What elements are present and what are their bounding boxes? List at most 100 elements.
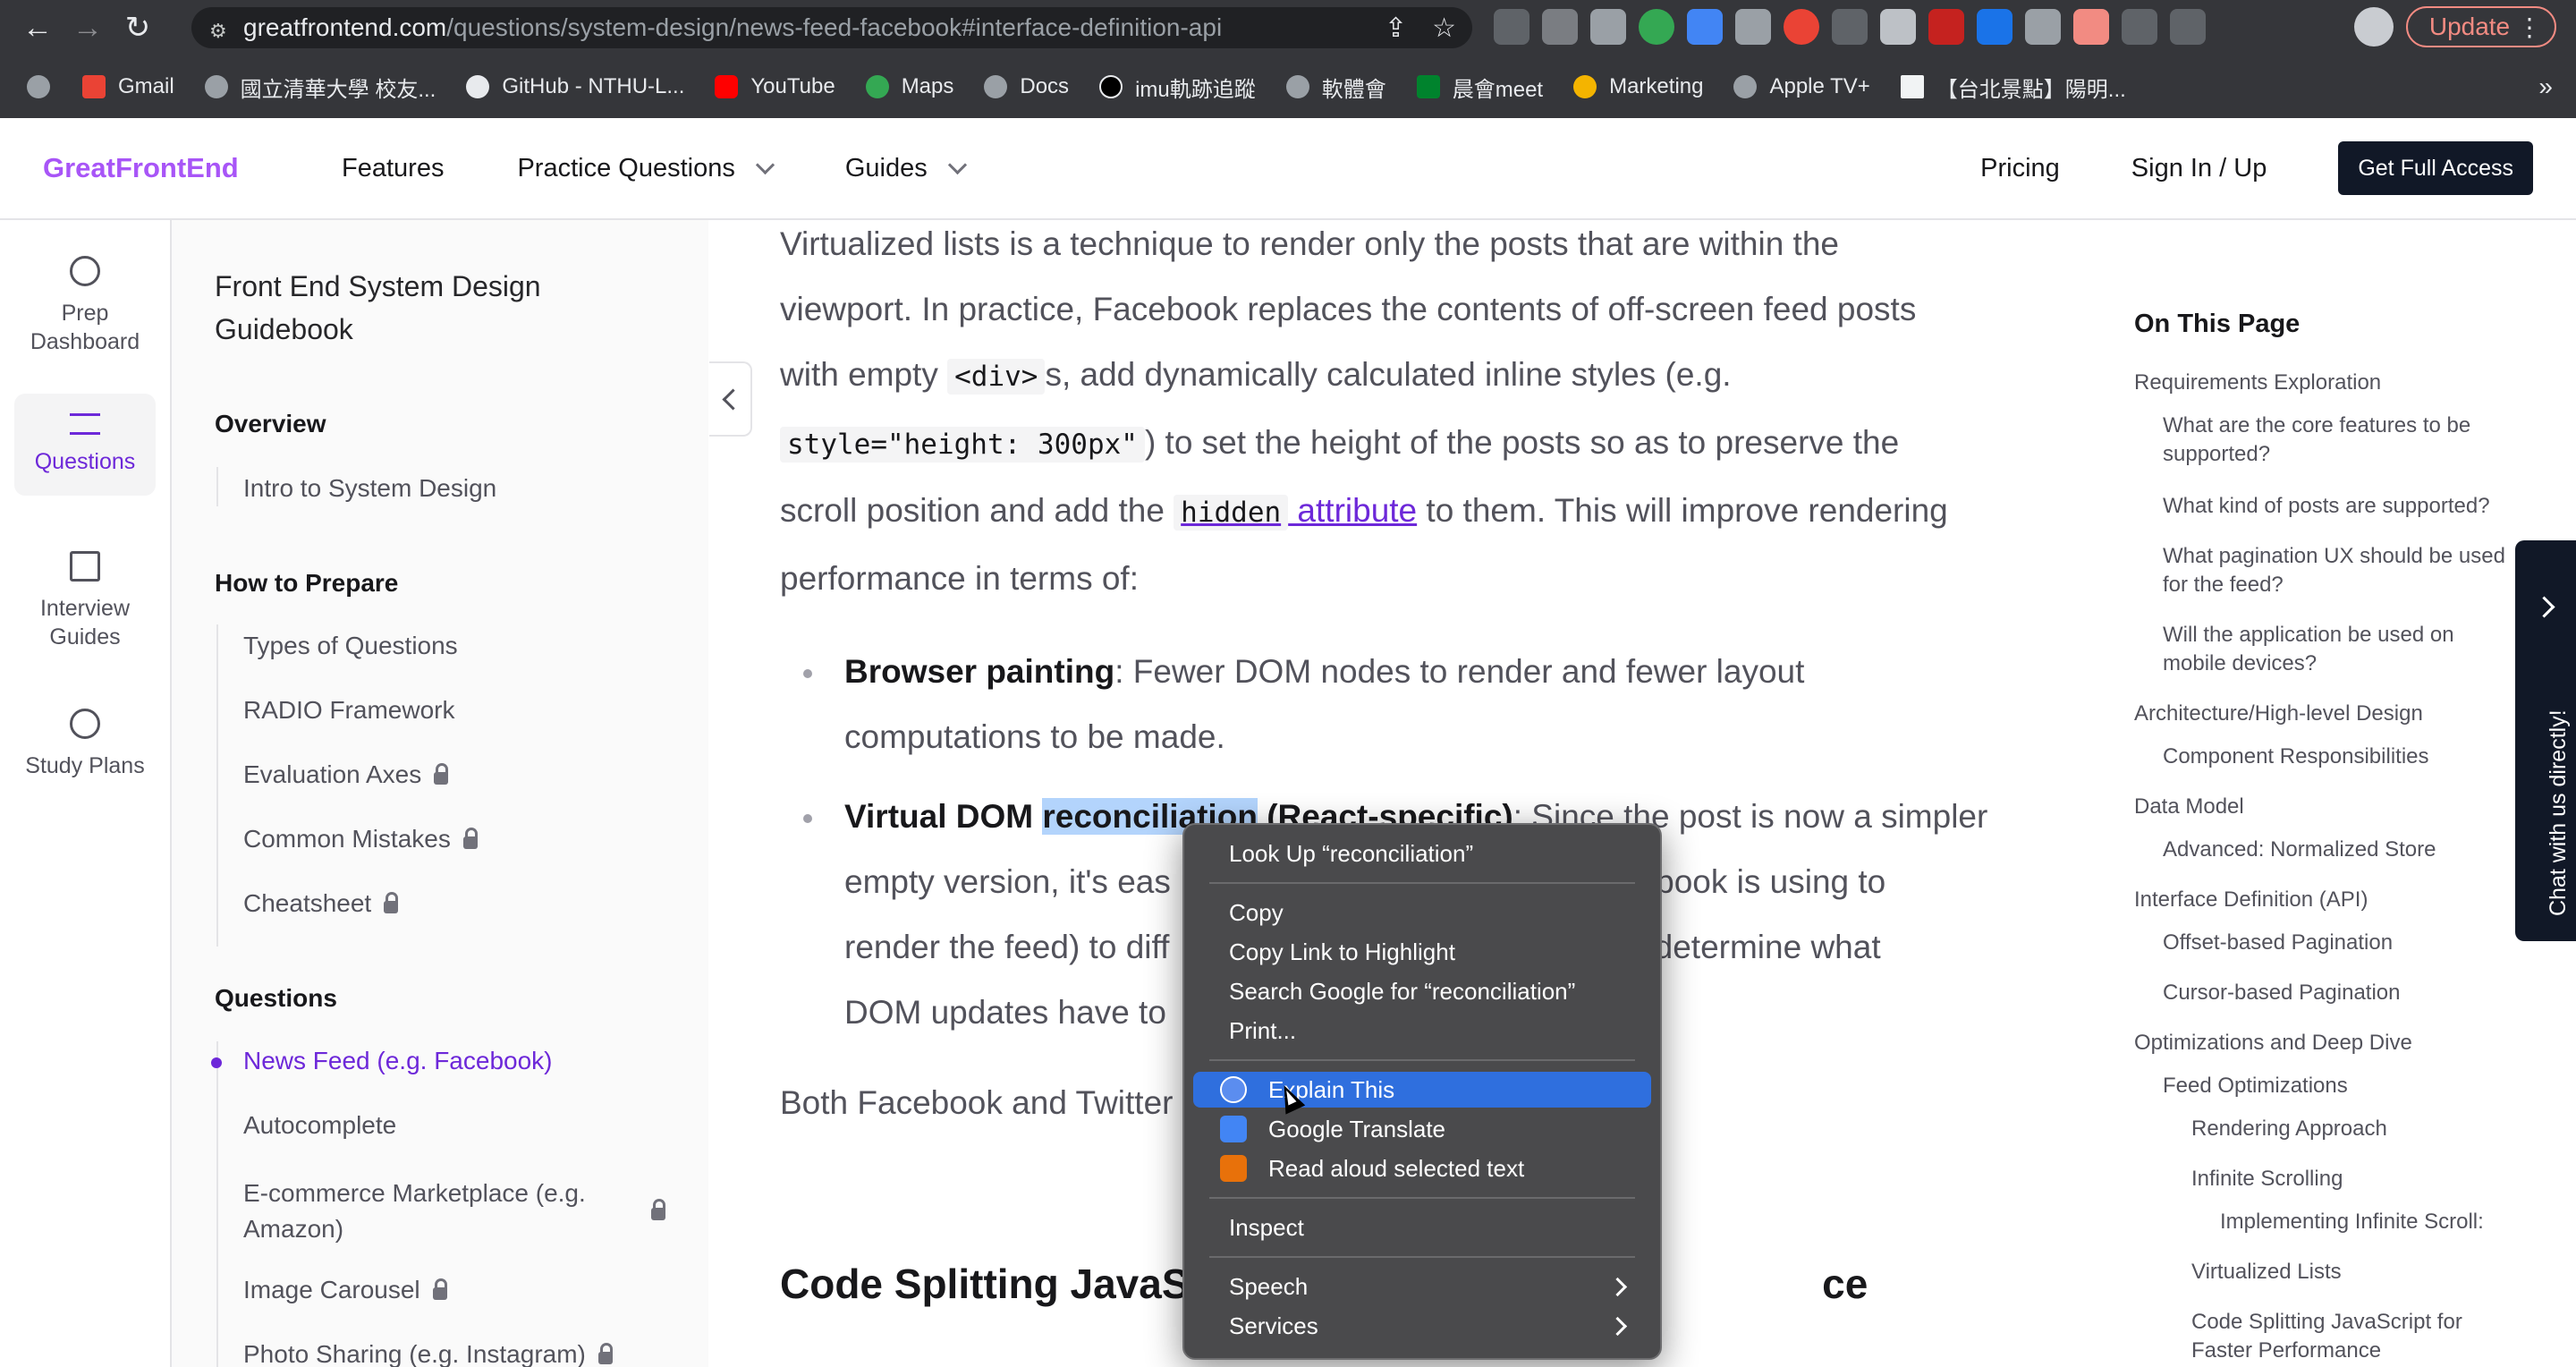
nav-practice-questions[interactable]: Practice Questions [517, 154, 775, 183]
bookmark-item[interactable]: 晨會meet [1416, 72, 1543, 103]
toc-link[interactable]: Interface Definition (API) [2134, 886, 2528, 914]
bookmark-item[interactable]: 軟體會 [1285, 72, 1386, 103]
extension-icon[interactable] [1928, 9, 1964, 45]
page-icon [1900, 75, 1924, 98]
site-logo[interactable]: GreatFrontEnd [43, 152, 239, 184]
bookmark-youtube[interactable]: YouTube [715, 74, 835, 99]
menu-copy[interactable]: Copy [1193, 895, 1651, 930]
nav-features[interactable]: Features [342, 154, 444, 183]
toc-link[interactable]: Implementing Infinite Scroll: [2220, 1208, 2524, 1236]
toc-link[interactable]: What kind of posts are supported? [2163, 492, 2521, 521]
nav-guides[interactable]: Guides [845, 154, 967, 183]
back-button[interactable]: ← [13, 3, 63, 53]
toc-link[interactable]: Architecture/High-level Design [2134, 700, 2528, 728]
toc-link[interactable]: Feed Optimizations [2163, 1072, 2521, 1100]
rail-questions[interactable]: Questions [14, 394, 156, 496]
sidebar-link-evaluation-axes[interactable]: Evaluation Axes [243, 760, 449, 789]
bookmark-star-icon[interactable]: ☆ [1432, 13, 1456, 44]
sidebar-link-news-feed[interactable]: News Feed (e.g. Facebook) [243, 1047, 553, 1075]
rail-interview-guides[interactable]: Interview Guides [14, 551, 156, 651]
sidebar-link-cheatsheet[interactable]: Cheatsheet [243, 889, 399, 918]
forward-button[interactable]: → [63, 3, 113, 53]
rail-prep-dashboard[interactable]: Prep Dashboard [14, 256, 156, 356]
toc-link[interactable]: Component Responsibilities [2163, 743, 2521, 771]
toc-link[interactable]: Offset-based Pagination [2163, 929, 2521, 957]
bookmark-maps[interactable]: Maps [865, 74, 953, 99]
extension-icon[interactable] [2073, 9, 2109, 45]
bookmark-item[interactable]: 國立清華大學 校友... [204, 72, 436, 103]
menu-search-google[interactable]: Search Google for “reconciliation” [1193, 973, 1651, 1009]
sidebar-link-autocomplete[interactable]: Autocomplete [243, 1111, 396, 1140]
text: to them. This will improve rendering [1417, 492, 1948, 529]
share-icon[interactable]: ⇪ [1385, 13, 1407, 44]
rail-study-plans[interactable]: Study Plans [14, 709, 156, 780]
extension-icon[interactable] [1977, 9, 2012, 45]
bookmark-item[interactable]: Apple TV+ [1733, 74, 1870, 99]
menu-read-aloud[interactable]: Read aloud selected text [1193, 1150, 1651, 1186]
url-text[interactable]: greatfrontend.com/questions/system-desig… [243, 13, 1222, 42]
bookmarks-overflow-button[interactable]: » [2538, 72, 2553, 101]
menu-services[interactable]: Services [1193, 1308, 1651, 1344]
extension-icon[interactable] [1735, 9, 1771, 45]
bookmark-gmail[interactable]: Gmail [82, 74, 174, 99]
bookmark-item[interactable]: Marketing [1573, 74, 1703, 99]
menu-label: Google Translate [1268, 1115, 1446, 1142]
collapse-sidebar-button[interactable] [709, 361, 752, 437]
toc-link[interactable]: Cursor-based Pagination [2163, 979, 2521, 1007]
toc-link[interactable]: Rendering Approach [2191, 1115, 2522, 1143]
sidebar-link-photo-sharing[interactable]: Photo Sharing (e.g. Instagram) [243, 1340, 613, 1367]
toc-link[interactable]: Infinite Scrolling [2191, 1165, 2522, 1193]
bookmark-docs[interactable]: Docs [984, 74, 1069, 99]
toc-link[interactable]: Advanced: Normalized Store [2163, 836, 2521, 864]
update-button[interactable]: Update [2406, 6, 2556, 47]
menu-inspect[interactable]: Inspect [1193, 1210, 1651, 1245]
menu-look-up[interactable]: Look Up “reconciliation” [1193, 836, 1651, 871]
toc-link[interactable]: Virtualized Lists [2191, 1258, 2522, 1286]
toc-link[interactable]: What pagination UX should be used for th… [2163, 542, 2521, 599]
extension-icon[interactable] [1832, 9, 1868, 45]
sidebar-link-intro[interactable]: Intro to System Design [243, 474, 496, 503]
menu-speech[interactable]: Speech [1193, 1269, 1651, 1304]
extension-icon[interactable] [2025, 9, 2061, 45]
sidebar-link-common-mistakes[interactable]: Common Mistakes [243, 825, 478, 853]
sidebar-link-image-carousel[interactable]: Image Carousel [243, 1276, 447, 1304]
extension-icon[interactable] [1590, 9, 1626, 45]
toc-link[interactable]: Optimizations and Deep Dive [2134, 1029, 2528, 1057]
bookmark-item[interactable]: imu軌跡追蹤 [1099, 72, 1256, 103]
sidebar-link-label: Evaluation Axes [243, 760, 422, 788]
extensions-puzzle-icon[interactable] [2122, 9, 2157, 45]
extension-icon[interactable] [1880, 9, 1916, 45]
extension-icon[interactable] [1784, 9, 1819, 45]
side-panel-icon[interactable] [2170, 9, 2206, 45]
hidden-attribute-link[interactable]: hidden attribute [1174, 492, 1417, 531]
bold-text: Browser painting [844, 653, 1115, 690]
extension-icon[interactable] [1542, 9, 1578, 45]
reload-button[interactable]: ↻ [113, 3, 163, 53]
menu-copy-link-to-highlight[interactable]: Copy Link to Highlight [1193, 934, 1651, 970]
bookmark-github[interactable]: GitHub - NTHU-L... [466, 74, 684, 99]
sign-in-link[interactable]: Sign In / Up [2131, 154, 2267, 183]
address-bar[interactable]: ⚙ greatfrontend.com/questions/system-des… [191, 7, 1472, 48]
menu-google-translate[interactable]: Google Translate [1193, 1111, 1651, 1147]
menu-print[interactable]: Print... [1193, 1013, 1651, 1049]
chat-widget-tab[interactable]: Chat with us directly! [2515, 540, 2576, 941]
sidebar-link-ecommerce[interactable]: E-commerce Marketplace (e.g. Amazon) [243, 1176, 619, 1247]
extension-icon[interactable] [1639, 9, 1674, 45]
extension-icon[interactable] [1687, 9, 1723, 45]
toc-link[interactable]: Will the application be used on mobile d… [2163, 621, 2521, 678]
toc-link[interactable]: Data Model [2134, 793, 2528, 821]
sidebar-link-radio-framework[interactable]: RADIO Framework [243, 696, 454, 725]
bookmark-item[interactable]: 【台北景點】陽明... [1900, 72, 2126, 103]
bookmark-item[interactable] [27, 75, 63, 98]
profile-avatar[interactable] [2354, 7, 2394, 47]
toc-link[interactable]: What are the core features to be support… [2163, 412, 2521, 469]
menu-explain-this[interactable]: Explain This [1193, 1072, 1651, 1108]
toc-link[interactable]: Requirements Exploration [2134, 369, 2528, 397]
extension-icon[interactable] [1494, 9, 1530, 45]
toc-link[interactable]: Code Splitting JavaScript for Faster Per… [2191, 1308, 2522, 1365]
get-full-access-button[interactable]: Get Full Access [2338, 141, 2533, 195]
text: render the feed) to diff [844, 929, 1170, 965]
site-info-icon[interactable]: ⚙ [209, 20, 227, 42]
pricing-link[interactable]: Pricing [1980, 154, 2060, 183]
sidebar-link-types-of-questions[interactable]: Types of Questions [243, 632, 458, 660]
